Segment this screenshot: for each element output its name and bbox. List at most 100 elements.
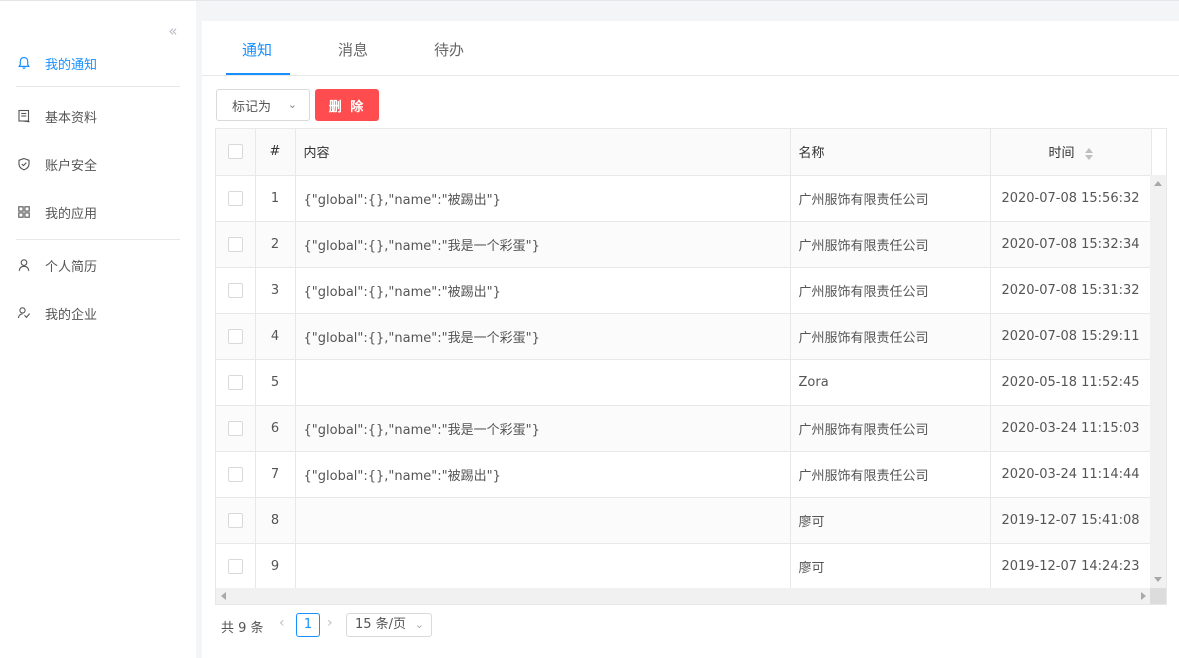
vertical-scrollbar[interactable] xyxy=(1150,175,1166,588)
sidebar-item-enterprise[interactable]: 我的企业 xyxy=(0,293,196,333)
table-row[interactable]: 4 {"global":{},"name":"我是一个彩蛋"} 广州服饰有限责任… xyxy=(216,313,1152,360)
row-name: 廖可 xyxy=(790,543,991,590)
delete-button[interactable]: 删 除 xyxy=(315,89,379,121)
sort-icon[interactable] xyxy=(1084,147,1093,161)
sidebar-item-profile[interactable]: 基本资料 xyxy=(0,96,196,136)
horizontal-scrollbar[interactable] xyxy=(216,588,1151,604)
sidebar-item-label: 我的企业 xyxy=(45,308,98,323)
column-header-time-label: 时间 xyxy=(1048,146,1075,162)
column-header-time[interactable]: 时间 xyxy=(990,129,1152,176)
chevron-left-icon[interactable]: ‹ xyxy=(279,615,285,631)
row-time: 2020-07-08 15:31:32 xyxy=(990,267,1152,314)
sidebar-item-label: 我的应用 xyxy=(45,207,98,222)
row-time: 2020-07-08 15:32:34 xyxy=(990,221,1152,268)
row-content: {"global":{},"name":"我是一个彩蛋"} xyxy=(295,313,791,360)
row-index: 8 xyxy=(255,497,296,544)
chevron-down-icon: ⌄ xyxy=(414,618,424,631)
sidebar-item-label: 账户安全 xyxy=(45,159,98,174)
row-time: 2020-03-24 11:15:03 xyxy=(990,405,1152,452)
profile-card-icon xyxy=(18,109,30,123)
scroll-left-icon[interactable] xyxy=(221,592,226,600)
sidebar-item-notifications[interactable]: 我的通知 xyxy=(0,43,196,83)
row-index: 5 xyxy=(255,359,296,406)
tab-messages[interactable]: 消息 xyxy=(338,39,368,60)
row-index: 4 xyxy=(255,313,296,360)
page-number[interactable]: 1 xyxy=(296,613,320,637)
row-checkbox[interactable] xyxy=(227,190,243,206)
bell-icon xyxy=(18,56,30,69)
table-header-row: # 内容 名称 时间 xyxy=(216,129,1152,176)
row-content: {"global":{},"name":"我是一个彩蛋"} xyxy=(295,405,791,452)
row-checkbox[interactable] xyxy=(227,374,243,390)
tab-notifications[interactable]: 通知 xyxy=(242,39,272,60)
chevron-right-icon[interactable]: › xyxy=(327,615,333,631)
sidebar-divider xyxy=(16,86,180,87)
row-content: {"global":{},"name":"被踢出"} xyxy=(295,267,791,314)
main-panel: 通知 消息 待办 标记为 ⌄ 删 除 # 内容 名称 时间 1 {"global… xyxy=(202,21,1179,658)
total-count: 共 9 条 xyxy=(221,621,264,636)
scroll-down-icon[interactable] xyxy=(1154,577,1162,582)
sidebar-item-apps[interactable]: 我的应用 xyxy=(0,192,196,232)
mark-as-dropdown[interactable]: 标记为 ⌄ xyxy=(216,89,310,121)
active-tab-indicator xyxy=(226,73,290,75)
sidebar: « 我的通知 基本资料 账户安全 我的应用 个人简历 我的企业 xyxy=(0,1,196,658)
sidebar-item-label: 基本资料 xyxy=(45,111,98,126)
row-content xyxy=(295,543,791,590)
row-name: 广州服饰有限责任公司 xyxy=(790,221,991,268)
row-name: 广州服饰有限责任公司 xyxy=(790,175,991,222)
row-time: 2020-05-18 11:52:45 xyxy=(990,359,1152,406)
column-header-index: # xyxy=(255,129,296,176)
sidebar-item-security[interactable]: 账户安全 xyxy=(0,144,196,184)
row-checkbox[interactable] xyxy=(227,466,243,482)
scrollbar-corner xyxy=(1150,588,1166,604)
row-content: {"global":{},"name":"被踢出"} xyxy=(295,451,791,498)
person-icon xyxy=(18,259,30,271)
mark-as-label: 标记为 xyxy=(232,99,272,115)
grid-apps-icon xyxy=(18,206,30,218)
table-row[interactable]: 7 {"global":{},"name":"被踢出"} 广州服饰有限责任公司 … xyxy=(216,451,1152,498)
tab-todo[interactable]: 待办 xyxy=(434,39,464,60)
row-checkbox[interactable] xyxy=(227,282,243,298)
chevron-down-icon: ⌄ xyxy=(287,98,297,111)
row-checkbox[interactable] xyxy=(227,558,243,574)
row-checkbox[interactable] xyxy=(227,328,243,344)
row-index: 1 xyxy=(255,175,296,222)
sidebar-item-label: 个人简历 xyxy=(45,260,98,275)
table-row[interactable]: 1 {"global":{},"name":"被踢出"} 广州服饰有限责任公司 … xyxy=(216,175,1152,222)
collapse-sidebar-button[interactable]: « xyxy=(165,23,181,39)
row-name: 广州服饰有限责任公司 xyxy=(790,451,991,498)
row-index: 2 xyxy=(255,221,296,268)
row-index: 9 xyxy=(255,543,296,590)
row-name: 广州服饰有限责任公司 xyxy=(790,405,991,452)
column-header-content: 内容 xyxy=(295,129,791,176)
notification-table: # 内容 名称 时间 1 {"global":{},"name":"被踢出"} … xyxy=(215,128,1167,605)
table-row[interactable]: 3 {"global":{},"name":"被踢出"} 广州服饰有限责任公司 … xyxy=(216,267,1152,314)
row-content xyxy=(295,359,791,406)
table-row[interactable]: 8 廖可 2019-12-07 15:41:08 xyxy=(216,497,1152,544)
row-checkbox[interactable] xyxy=(227,236,243,252)
sidebar-item-resume[interactable]: 个人简历 xyxy=(0,245,196,285)
row-content: {"global":{},"name":"被踢出"} xyxy=(295,175,791,222)
row-checkbox[interactable] xyxy=(227,512,243,528)
row-content xyxy=(295,497,791,544)
row-index: 3 xyxy=(255,267,296,314)
row-time: 2020-07-08 15:56:32 xyxy=(990,175,1152,222)
page-size-select[interactable]: 15 条/页 ⌄ xyxy=(346,613,432,637)
row-time: 2020-07-08 15:29:11 xyxy=(990,313,1152,360)
table-row[interactable]: 5 Zora 2020-05-18 11:52:45 xyxy=(216,359,1152,406)
row-time: 2020-03-24 11:14:44 xyxy=(990,451,1152,498)
row-index: 7 xyxy=(255,451,296,498)
row-checkbox[interactable] xyxy=(227,420,243,436)
sidebar-item-label: 我的通知 xyxy=(45,58,98,73)
table-row[interactable]: 6 {"global":{},"name":"我是一个彩蛋"} 广州服饰有限责任… xyxy=(216,405,1152,452)
row-name: Zora xyxy=(790,359,991,406)
scroll-up-icon[interactable] xyxy=(1154,181,1162,186)
select-all-checkbox[interactable] xyxy=(227,144,243,160)
table-row[interactable]: 9 廖可 2019-12-07 14:24:23 xyxy=(216,543,1152,590)
enterprise-icon xyxy=(17,307,31,319)
shield-icon xyxy=(18,157,30,171)
table-row[interactable]: 2 {"global":{},"name":"我是一个彩蛋"} 广州服饰有限责任… xyxy=(216,221,1152,268)
page-size-value: 15 条/页 xyxy=(355,617,407,632)
column-header-name: 名称 xyxy=(790,129,991,176)
scroll-right-icon[interactable] xyxy=(1141,592,1146,600)
